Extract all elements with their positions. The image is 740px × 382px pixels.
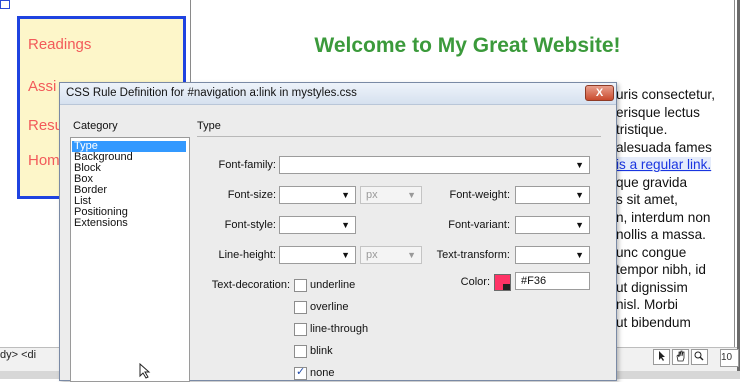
nav-link-resources[interactable]: Resu (28, 117, 63, 134)
text-line: erisque lectus (616, 104, 700, 120)
panel-header: Type (197, 120, 221, 132)
panel-divider (197, 136, 601, 137)
line-height-unit: px (366, 249, 378, 261)
text-line: tristique. (616, 122, 668, 137)
close-button[interactable]: X (585, 85, 614, 101)
arrow-icon[interactable] (653, 349, 670, 365)
line-height-unit-select: px ▼ (360, 246, 422, 264)
text-line: que gravida (616, 174, 688, 190)
chevron-down-icon: ▼ (575, 160, 584, 170)
text-line: uris consectetur, (616, 87, 715, 102)
text-transform-select[interactable]: ▼ (515, 246, 590, 264)
nav-link-home[interactable]: Hom (28, 152, 60, 169)
blink-checkbox[interactable] (294, 345, 307, 358)
underline-label: underline (310, 279, 356, 291)
font-weight-label: Font-weight: (449, 189, 510, 201)
font-size-unit: px (366, 189, 378, 201)
chevron-down-icon: ▼ (407, 190, 416, 200)
nav-link-assignments[interactable]: Assi (28, 78, 56, 95)
text-decoration-label: Text-decoration: (211, 279, 290, 291)
font-family-label: Font-family: (218, 159, 276, 171)
status-tools (653, 349, 710, 365)
chevron-down-icon: ▼ (341, 190, 350, 200)
overline-label: overline (310, 301, 349, 313)
category-list[interactable]: Type Background Block Box Border List Po… (70, 137, 190, 382)
none-checkbox[interactable] (294, 365, 307, 380)
text-line: n, interdum non (616, 209, 711, 225)
text-line: nollis a massa. (616, 227, 706, 242)
chevron-down-icon: ▼ (575, 190, 584, 200)
text-transform-label: Text-transform: (436, 249, 510, 261)
none-label: none (310, 367, 335, 379)
text-line: alesuada fames (616, 139, 712, 155)
color-picker-arrow-icon (503, 284, 510, 290)
regular-link[interactable]: is a regular link. (616, 157, 712, 172)
category-item-extensions[interactable]: Extensions (74, 218, 128, 229)
zoom-level-field[interactable]: 10 (720, 349, 739, 367)
line-height-select[interactable]: ▼ (279, 246, 356, 264)
font-size-select[interactable]: ▼ (279, 186, 356, 204)
font-variant-label: Font-variant: (448, 219, 510, 231)
nav-link-readings[interactable]: Readings (28, 36, 91, 53)
text-line: unc congue (616, 244, 687, 260)
font-variant-select[interactable]: ▼ (515, 216, 590, 234)
chevron-down-icon: ▼ (575, 250, 584, 260)
dialog-titlebar[interactable]: CSS Rule Definition for #navigation a:li… (60, 83, 616, 105)
font-style-label: Font-style: (224, 219, 276, 231)
page-heading: Welcome to My Great Website! (314, 34, 621, 57)
tag-selector[interactable]: dy> <di (0, 349, 36, 361)
text-line: ut dignissim (616, 279, 688, 295)
color-value-field[interactable]: #F36 (515, 272, 590, 290)
css-rule-definition-dialog: CSS Rule Definition for #navigation a:li… (59, 82, 617, 382)
font-style-select[interactable]: ▼ (279, 216, 356, 234)
body-text: uris consectetur, erisque lectus tristiq… (616, 86, 736, 331)
mouse-cursor-icon (139, 363, 151, 379)
chevron-down-icon: ▼ (341, 250, 350, 260)
font-weight-select[interactable]: ▼ (515, 186, 590, 204)
text-line: s sit amet, (616, 192, 678, 207)
text-line: nisl. Morbi (616, 297, 678, 312)
text-line: tempor nibh, id (616, 262, 706, 277)
dialog-title: CSS Rule Definition for #navigation a:li… (66, 87, 357, 99)
blink-label: blink (310, 345, 333, 357)
chevron-down-icon: ▼ (407, 250, 416, 260)
close-icon: X (595, 87, 604, 99)
chevron-down-icon: ▼ (341, 220, 350, 230)
color-label: Color: (460, 276, 490, 288)
font-size-label: Font-size: (227, 189, 276, 201)
font-family-select[interactable]: ▼ (279, 156, 590, 174)
text-line: ut bibendum (616, 314, 691, 330)
line-through-checkbox[interactable] (294, 323, 307, 336)
underline-checkbox[interactable] (294, 279, 307, 292)
chevron-down-icon: ▼ (575, 220, 584, 230)
zoom-icon[interactable] (691, 349, 708, 365)
frame-corner-marker (0, 0, 10, 9)
font-size-unit-select: px ▼ (360, 186, 422, 204)
line-through-label: line-through (310, 323, 369, 335)
line-height-label: Line-height: (218, 249, 277, 261)
hand-icon[interactable] (672, 349, 689, 365)
category-label: Category (73, 120, 118, 132)
overline-checkbox[interactable] (294, 301, 307, 314)
